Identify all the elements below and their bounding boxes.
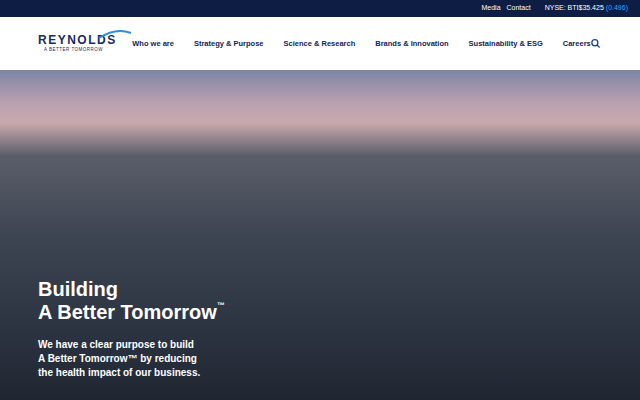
nav-menu: Who we are Strategy & Purpose Science & Re…	[132, 38, 591, 49]
nav-item[interactable]: Strategy & Purpose	[194, 38, 264, 49]
logo-tagline: A BETTER TOMORROW	[38, 48, 122, 53]
hero: BuildingA Better Tomorrow™ We have a cle…	[0, 70, 640, 400]
ticker-price: NYSE: BTI$35.425	[545, 3, 604, 14]
top-bar: Media Contact NYSE: BTI$35.425(0.496)	[0, 0, 640, 17]
swoosh-icon	[98, 29, 132, 39]
main-nav: REYNOLDS A BETTER TOMORROW Who we are Str…	[0, 17, 640, 70]
heading-text: A Better Tomorrow	[38, 301, 217, 324]
body-line: the health impact of our business.	[38, 366, 640, 380]
top-link[interactable]: Media	[481, 3, 500, 14]
hero-body: We have a clear purpose to buildA Better…	[38, 338, 640, 380]
nav-item[interactable]: Sustainability & ESG	[469, 38, 543, 49]
nav-item[interactable]: Brands & Innovation	[375, 38, 448, 49]
hero-heading: BuildingA Better Tomorrow™	[38, 278, 640, 324]
trademark: ™	[217, 301, 225, 311]
heading-text: Building	[38, 278, 118, 301]
ticker-change: (0.496)	[606, 3, 628, 14]
body-line: We have a clear purpose to build	[38, 338, 640, 352]
logo-name: REYNOLDS	[38, 34, 122, 46]
stock-ticker: NYSE: BTI$35.425(0.496)	[545, 3, 628, 14]
body-line: A Better Tomorrow™ by reducing	[38, 352, 640, 366]
top-links: Media Contact	[481, 3, 530, 14]
nav-item[interactable]: Science & Research	[284, 38, 356, 49]
top-link[interactable]: Contact	[507, 3, 531, 14]
search-icon[interactable]	[591, 38, 600, 49]
nav-item[interactable]: Who we are	[132, 38, 174, 49]
heading-line: A Better Tomorrow™	[38, 301, 640, 324]
heading-line: Building	[38, 278, 640, 301]
nav-item[interactable]: Careers	[563, 38, 591, 49]
logo[interactable]: REYNOLDS A BETTER TOMORROW	[38, 34, 122, 53]
